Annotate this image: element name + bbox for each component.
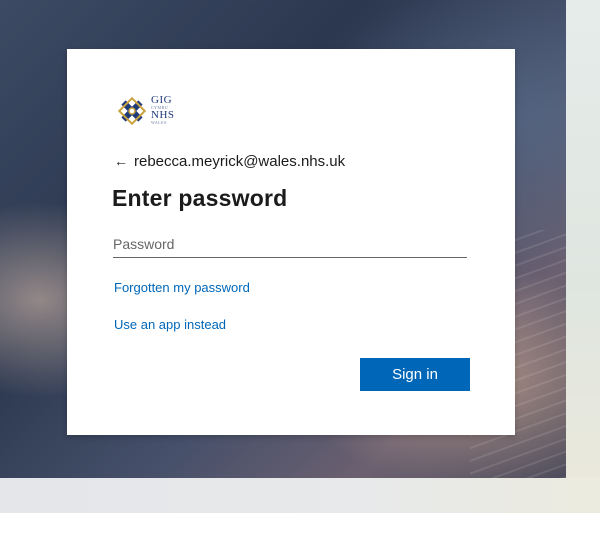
password-input[interactable] xyxy=(113,231,467,258)
account-email: rebecca.meyrick@wales.nhs.uk xyxy=(134,152,346,170)
use-app-link[interactable]: Use an app instead xyxy=(114,317,226,332)
identity-banner[interactable]: ← rebecca.meyrick@wales.nhs.uk xyxy=(114,151,345,171)
sign-in-card: GIG CYMRU NHS WALES ← rebecca.meyrick@wa… xyxy=(67,49,515,435)
page: GIG CYMRU NHS WALES ← rebecca.meyrick@wa… xyxy=(0,0,600,535)
nhs-wales-knot-icon xyxy=(117,96,147,126)
back-arrow-icon[interactable]: ← xyxy=(114,153,134,169)
background-bottom-band xyxy=(0,478,600,513)
logo-wordmark: GIG CYMRU NHS WALES xyxy=(151,94,175,126)
logo-line-gig: GIG xyxy=(151,94,173,106)
sign-in-button[interactable]: Sign in xyxy=(360,358,470,391)
page-title: Enter password xyxy=(112,185,288,211)
forgot-password-link[interactable]: Forgotten my password xyxy=(114,280,250,295)
footer-area xyxy=(0,513,600,535)
logo-line-nhs: NHS xyxy=(151,109,175,121)
background-right-edge xyxy=(566,0,600,478)
organization-logo: GIG CYMRU NHS WALES xyxy=(115,94,185,134)
